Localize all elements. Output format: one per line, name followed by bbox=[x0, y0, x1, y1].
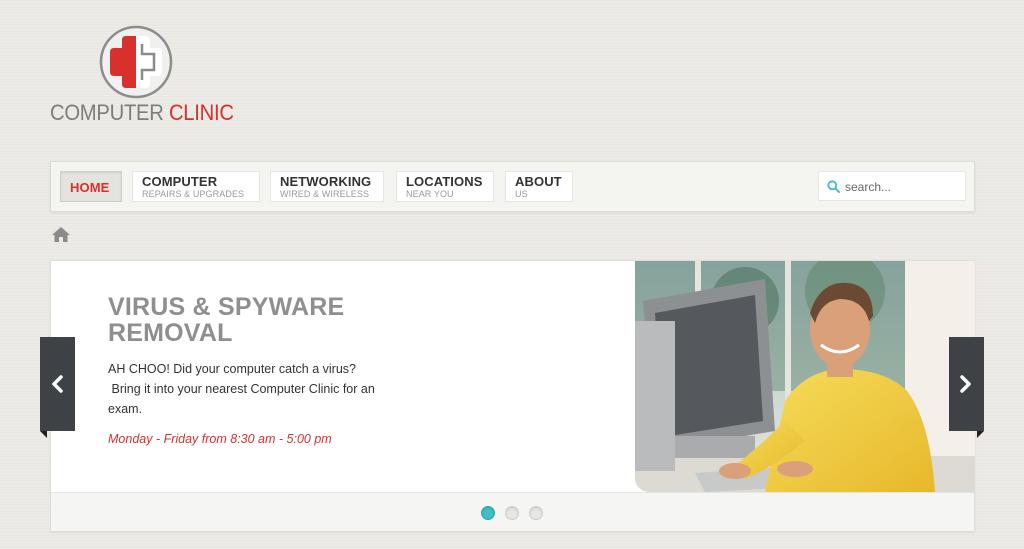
slider-dot-1[interactable] bbox=[481, 506, 495, 520]
nav-item-title: ABOUT bbox=[515, 174, 562, 189]
logo-text-clinic: CLINIC bbox=[168, 100, 234, 125]
slide-hours: Monday - Friday from 8:30 am - 5:00 pm bbox=[108, 432, 332, 446]
logo-wordmark: COMPUTER CLINIC bbox=[50, 100, 234, 126]
nav-item-subtitle: REPAIRS & UPGRADES bbox=[142, 189, 245, 199]
home-icon[interactable] bbox=[51, 226, 71, 243]
slider-next-button[interactable] bbox=[949, 337, 984, 438]
hero-slider: VIRUS & SPYWARE REMOVAL AH CHOO! Did you… bbox=[50, 260, 975, 532]
nav-item-title: COMPUTER bbox=[142, 174, 218, 189]
slide-description: AH CHOO! Did your computer catch a virus… bbox=[108, 359, 398, 419]
arrow-fold bbox=[40, 431, 47, 438]
medical-cross-icon bbox=[99, 25, 173, 99]
nav-item-about[interactable]: ABOUT US bbox=[505, 171, 573, 202]
nav-item-home[interactable]: HOME bbox=[60, 171, 122, 202]
site-logo[interactable]: COMPUTER CLINIC bbox=[50, 24, 234, 129]
search-input[interactable] bbox=[845, 177, 961, 197]
logo-text-computer: COMPUTER bbox=[50, 100, 164, 125]
nav-item-computer[interactable]: COMPUTER REPAIRS & UPGRADES bbox=[132, 171, 260, 202]
slide-description-line: Bring it into your nearest Computer Clin… bbox=[108, 382, 375, 416]
slider-dot-2[interactable] bbox=[505, 506, 519, 520]
nav-item-title: NETWORKING bbox=[280, 174, 372, 189]
man-at-computer-photo bbox=[635, 261, 975, 492]
main-navigation: HOME COMPUTER REPAIRS & UPGRADES NETWORK… bbox=[50, 161, 975, 212]
nav-item-title: LOCATIONS bbox=[406, 174, 483, 189]
chevron-left-icon bbox=[52, 375, 63, 393]
nav-item-networking[interactable]: NETWORKING WIRED & WIRELESS bbox=[270, 171, 384, 202]
nav-item-locations[interactable]: LOCATIONS NEAR YOU bbox=[396, 171, 494, 202]
nav-item-subtitle: NEAR YOU bbox=[406, 189, 454, 199]
search-box bbox=[818, 171, 966, 201]
arrow-fold bbox=[977, 431, 984, 438]
chevron-right-icon bbox=[960, 375, 971, 393]
slider-pagination bbox=[51, 492, 974, 531]
slide-title: VIRUS & SPYWARE REMOVAL bbox=[108, 293, 345, 347]
nav-item-subtitle: WIRED & WIRELESS bbox=[280, 189, 370, 199]
search-icon[interactable] bbox=[827, 180, 840, 193]
slider-prev-button[interactable] bbox=[40, 337, 75, 438]
nav-item-title: HOME bbox=[70, 180, 110, 195]
slider-dot-3[interactable] bbox=[529, 506, 543, 520]
nav-item-subtitle: US bbox=[515, 189, 528, 199]
slide-description-line: AH CHOO! Did your computer catch a virus… bbox=[108, 362, 356, 376]
